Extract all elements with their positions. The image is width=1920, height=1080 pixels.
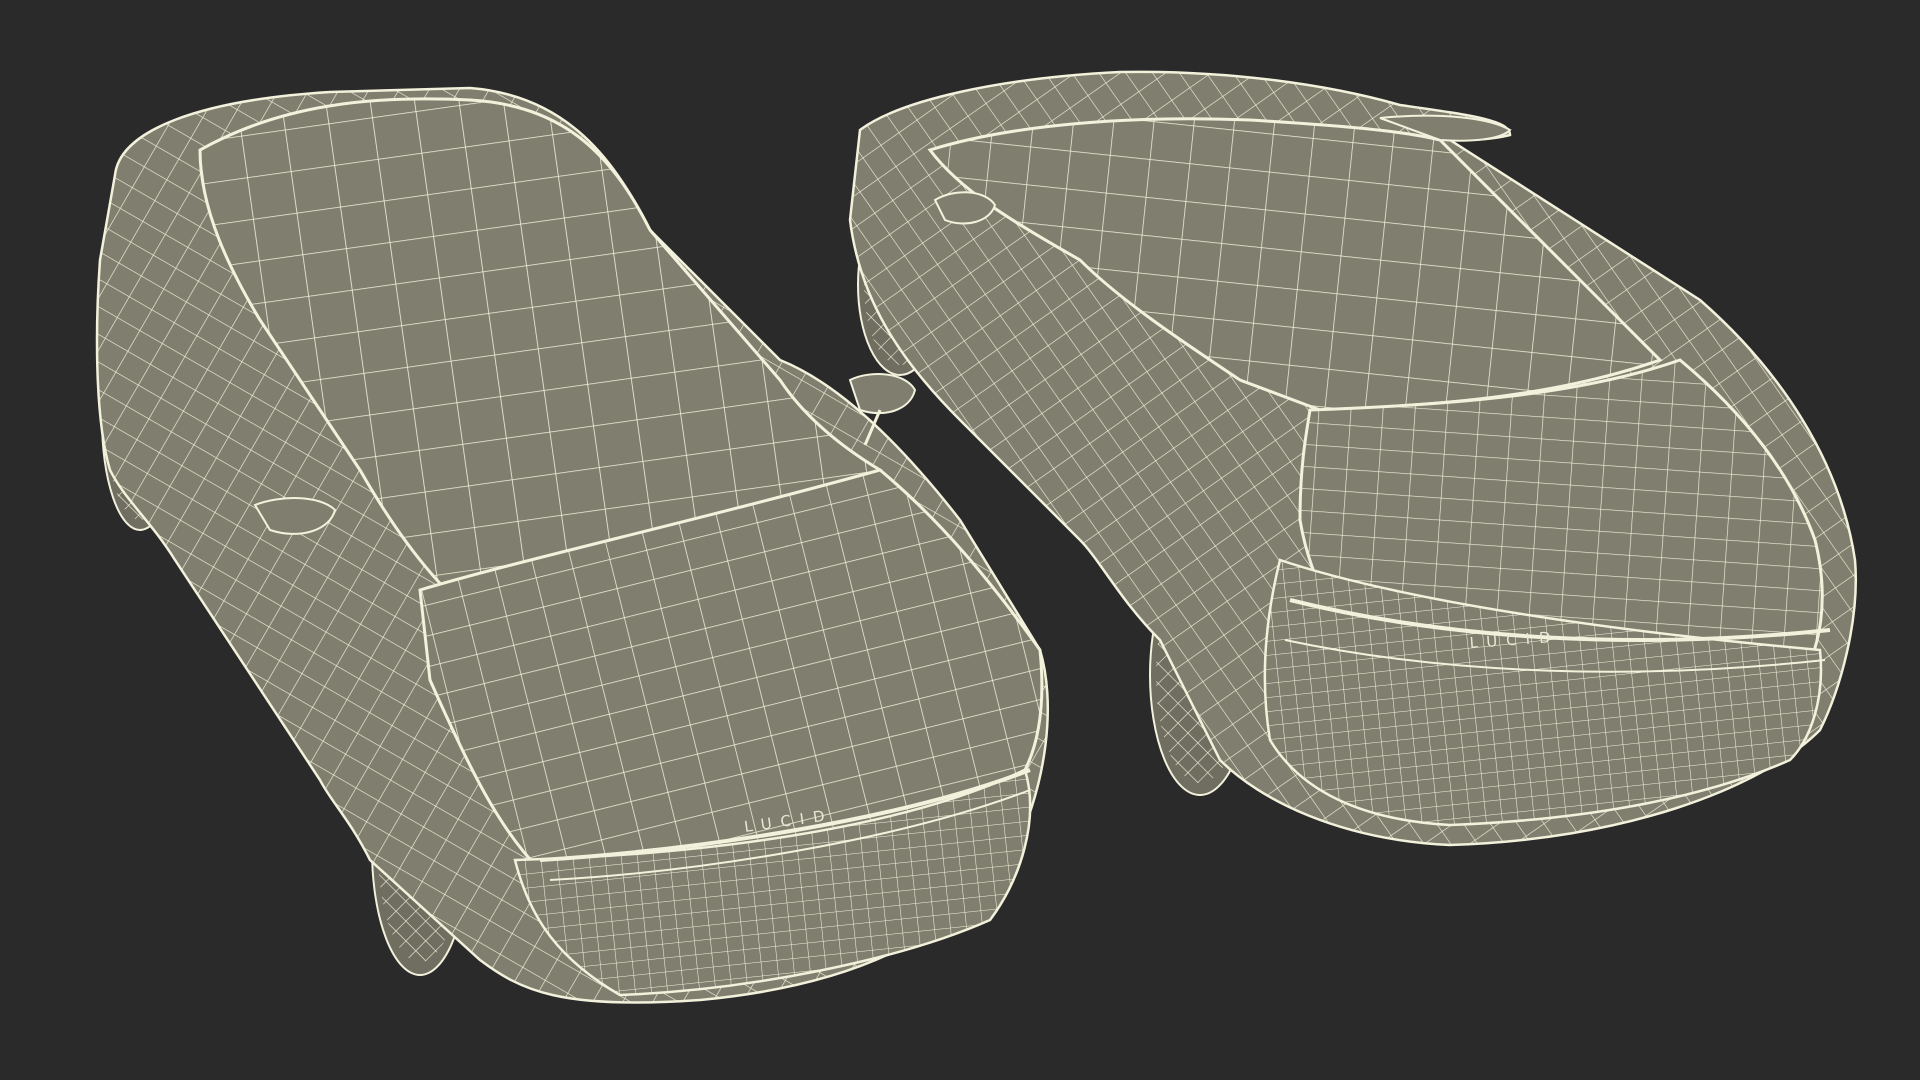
render-viewport: LUCID LUCID xyxy=(0,0,1920,1080)
car-front-mirror-right xyxy=(848,373,917,415)
wireframe-scene: LUCID LUCID xyxy=(95,70,1857,1004)
